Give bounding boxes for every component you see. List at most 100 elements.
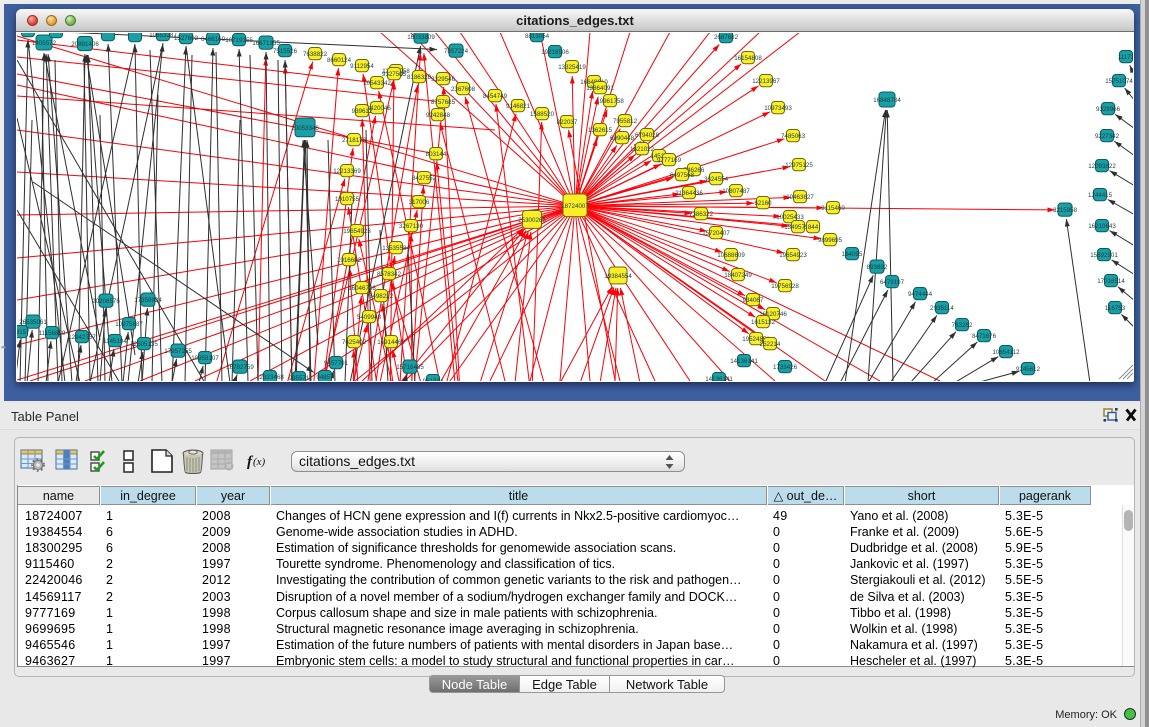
svg-text:1733426: 1733426 bbox=[773, 364, 798, 371]
svg-text:13535584: 13535584 bbox=[382, 245, 410, 252]
svg-text:1588520: 1588520 bbox=[530, 111, 555, 118]
svg-text:961334: 961334 bbox=[423, 378, 444, 381]
svg-text:19654923: 19654923 bbox=[343, 228, 371, 235]
svg-text:822037: 822037 bbox=[557, 119, 578, 126]
svg-text:39157: 39157 bbox=[17, 329, 30, 336]
svg-text:6479197: 6479197 bbox=[880, 279, 905, 286]
svg-text:9777169: 9777169 bbox=[657, 157, 682, 164]
svg-text:15716485: 15716485 bbox=[396, 364, 424, 371]
svg-text:1615132: 1615132 bbox=[751, 319, 776, 326]
svg-text:8454749: 8454749 bbox=[483, 93, 508, 100]
svg-text:25300265: 25300265 bbox=[518, 217, 546, 224]
svg-text:19463627: 19463627 bbox=[786, 194, 814, 201]
svg-text:9227342: 9227342 bbox=[1095, 133, 1120, 140]
svg-text:9115460: 9115460 bbox=[821, 205, 845, 212]
svg-text:6497568: 6497568 bbox=[670, 172, 695, 179]
svg-text:1145194: 1145194 bbox=[103, 338, 127, 345]
svg-text:1405572: 1405572 bbox=[32, 40, 57, 47]
svg-text:10719155: 10719155 bbox=[225, 37, 253, 44]
svg-text:21364436: 21364436 bbox=[675, 190, 703, 197]
svg-text:16046788: 16046788 bbox=[348, 285, 376, 292]
svg-text:11173: 11173 bbox=[1118, 54, 1133, 61]
svg-text:9899695: 9899695 bbox=[818, 237, 843, 244]
svg-text:16782759: 16782759 bbox=[226, 364, 254, 371]
svg-text:1916682: 1916682 bbox=[337, 257, 362, 264]
svg-text:8757685: 8757685 bbox=[431, 99, 456, 106]
svg-text:1621022: 1621022 bbox=[630, 146, 655, 153]
svg-text:7955812: 7955812 bbox=[613, 118, 638, 125]
svg-text:10688609: 10688609 bbox=[717, 252, 745, 259]
svg-text:12213369: 12213369 bbox=[333, 168, 361, 175]
svg-text:7485063: 7485063 bbox=[781, 133, 806, 140]
svg-text:12213967: 12213967 bbox=[752, 78, 780, 85]
svg-text:18724007: 18724007 bbox=[561, 203, 589, 210]
svg-text:12505135: 12505135 bbox=[130, 341, 158, 348]
svg-text:10958107: 10958107 bbox=[191, 355, 219, 362]
svg-text:1362615: 1362615 bbox=[588, 127, 613, 134]
svg-text:15751074: 15751074 bbox=[1105, 78, 1133, 85]
svg-text:1527602: 1527602 bbox=[174, 35, 199, 42]
svg-text:803144: 803144 bbox=[426, 151, 447, 158]
svg-text:15720407: 15720407 bbox=[702, 230, 730, 237]
svg-text:10807487: 10807487 bbox=[722, 188, 750, 195]
svg-text:10543342: 10543342 bbox=[363, 80, 391, 87]
svg-text:14136141: 14136141 bbox=[705, 376, 733, 381]
svg-text:19756928: 19756928 bbox=[771, 283, 799, 290]
svg-text:16671355: 16671355 bbox=[252, 40, 280, 47]
svg-text:1244415: 1244415 bbox=[1088, 192, 1113, 199]
svg-text:6794028: 6794028 bbox=[635, 132, 660, 139]
svg-text:17359934: 17359934 bbox=[134, 297, 162, 304]
svg-text:7857224: 7857224 bbox=[444, 48, 469, 55]
svg-text:10973493: 10973493 bbox=[764, 105, 792, 112]
svg-text:3624554: 3624554 bbox=[704, 176, 729, 183]
svg-text:(x): (x) bbox=[253, 456, 266, 468]
svg-text:9329966: 9329966 bbox=[1096, 106, 1121, 113]
svg-text:9327505: 9327505 bbox=[382, 71, 407, 78]
svg-text:9242848: 9242848 bbox=[426, 112, 451, 119]
svg-text:7625402: 7625402 bbox=[342, 339, 367, 346]
svg-text:8427552: 8427552 bbox=[412, 175, 437, 182]
svg-text:9457791: 9457791 bbox=[324, 360, 349, 367]
svg-text:6466160: 6466160 bbox=[201, 36, 226, 43]
svg-text:164095: 164095 bbox=[842, 251, 863, 258]
svg-text:763262: 763262 bbox=[952, 322, 973, 329]
svg-text:9474444: 9474444 bbox=[908, 291, 933, 298]
svg-text:17957255: 17957255 bbox=[164, 348, 192, 355]
svg-text:3498222: 3498222 bbox=[369, 293, 394, 300]
svg-text:19218506: 19218506 bbox=[541, 49, 569, 56]
svg-text:12942757: 12942757 bbox=[68, 334, 96, 341]
svg-text:8578342: 8578342 bbox=[377, 271, 402, 278]
svg-text:12323468: 12323468 bbox=[256, 374, 284, 381]
svg-text:252214: 252214 bbox=[760, 341, 781, 348]
svg-text:17016514: 17016514 bbox=[1097, 278, 1125, 285]
svg-text:11156829: 11156829 bbox=[39, 330, 66, 337]
svg-text:19961758: 19961758 bbox=[596, 98, 624, 105]
svg-text:18407249: 18407249 bbox=[724, 272, 752, 279]
svg-text:2367608: 2367608 bbox=[451, 86, 476, 93]
svg-text:2935114: 2935114 bbox=[930, 305, 954, 312]
svg-text:19384554: 19384554 bbox=[604, 273, 632, 280]
svg-text:8813054: 8813054 bbox=[525, 33, 550, 40]
svg-text:8186328: 8186328 bbox=[407, 74, 432, 81]
svg-text:16914469: 16914469 bbox=[377, 339, 405, 346]
svg-text:9112954: 9112954 bbox=[350, 63, 374, 70]
svg-text:5409948: 5409948 bbox=[357, 314, 382, 321]
svg-text:94857: 94857 bbox=[316, 374, 334, 381]
svg-text:26535061: 26535061 bbox=[19, 319, 47, 326]
svg-text:14136141: 14136141 bbox=[730, 358, 758, 365]
svg-text:7386322: 7386322 bbox=[689, 211, 714, 218]
svg-text:12093822: 12093822 bbox=[1088, 163, 1116, 170]
svg-text:935571: 935571 bbox=[289, 375, 310, 381]
svg-text:10025433: 10025433 bbox=[776, 214, 804, 221]
svg-text:893892: 893892 bbox=[867, 264, 888, 271]
svg-text:16848784: 16848784 bbox=[873, 97, 901, 104]
svg-text:3215958: 3215958 bbox=[1053, 207, 1078, 214]
svg-text:2687682: 2687682 bbox=[714, 34, 739, 41]
svg-text:9146821: 9146821 bbox=[506, 103, 531, 110]
svg-text:16210643: 16210643 bbox=[1088, 223, 1116, 230]
svg-text:16033809: 16033809 bbox=[407, 34, 435, 41]
svg-text:20891406: 20891406 bbox=[71, 41, 99, 48]
svg-text:13325419: 13325419 bbox=[558, 64, 586, 71]
svg-text:844: 844 bbox=[808, 224, 819, 231]
svg-text:8471676: 8471676 bbox=[972, 333, 997, 340]
